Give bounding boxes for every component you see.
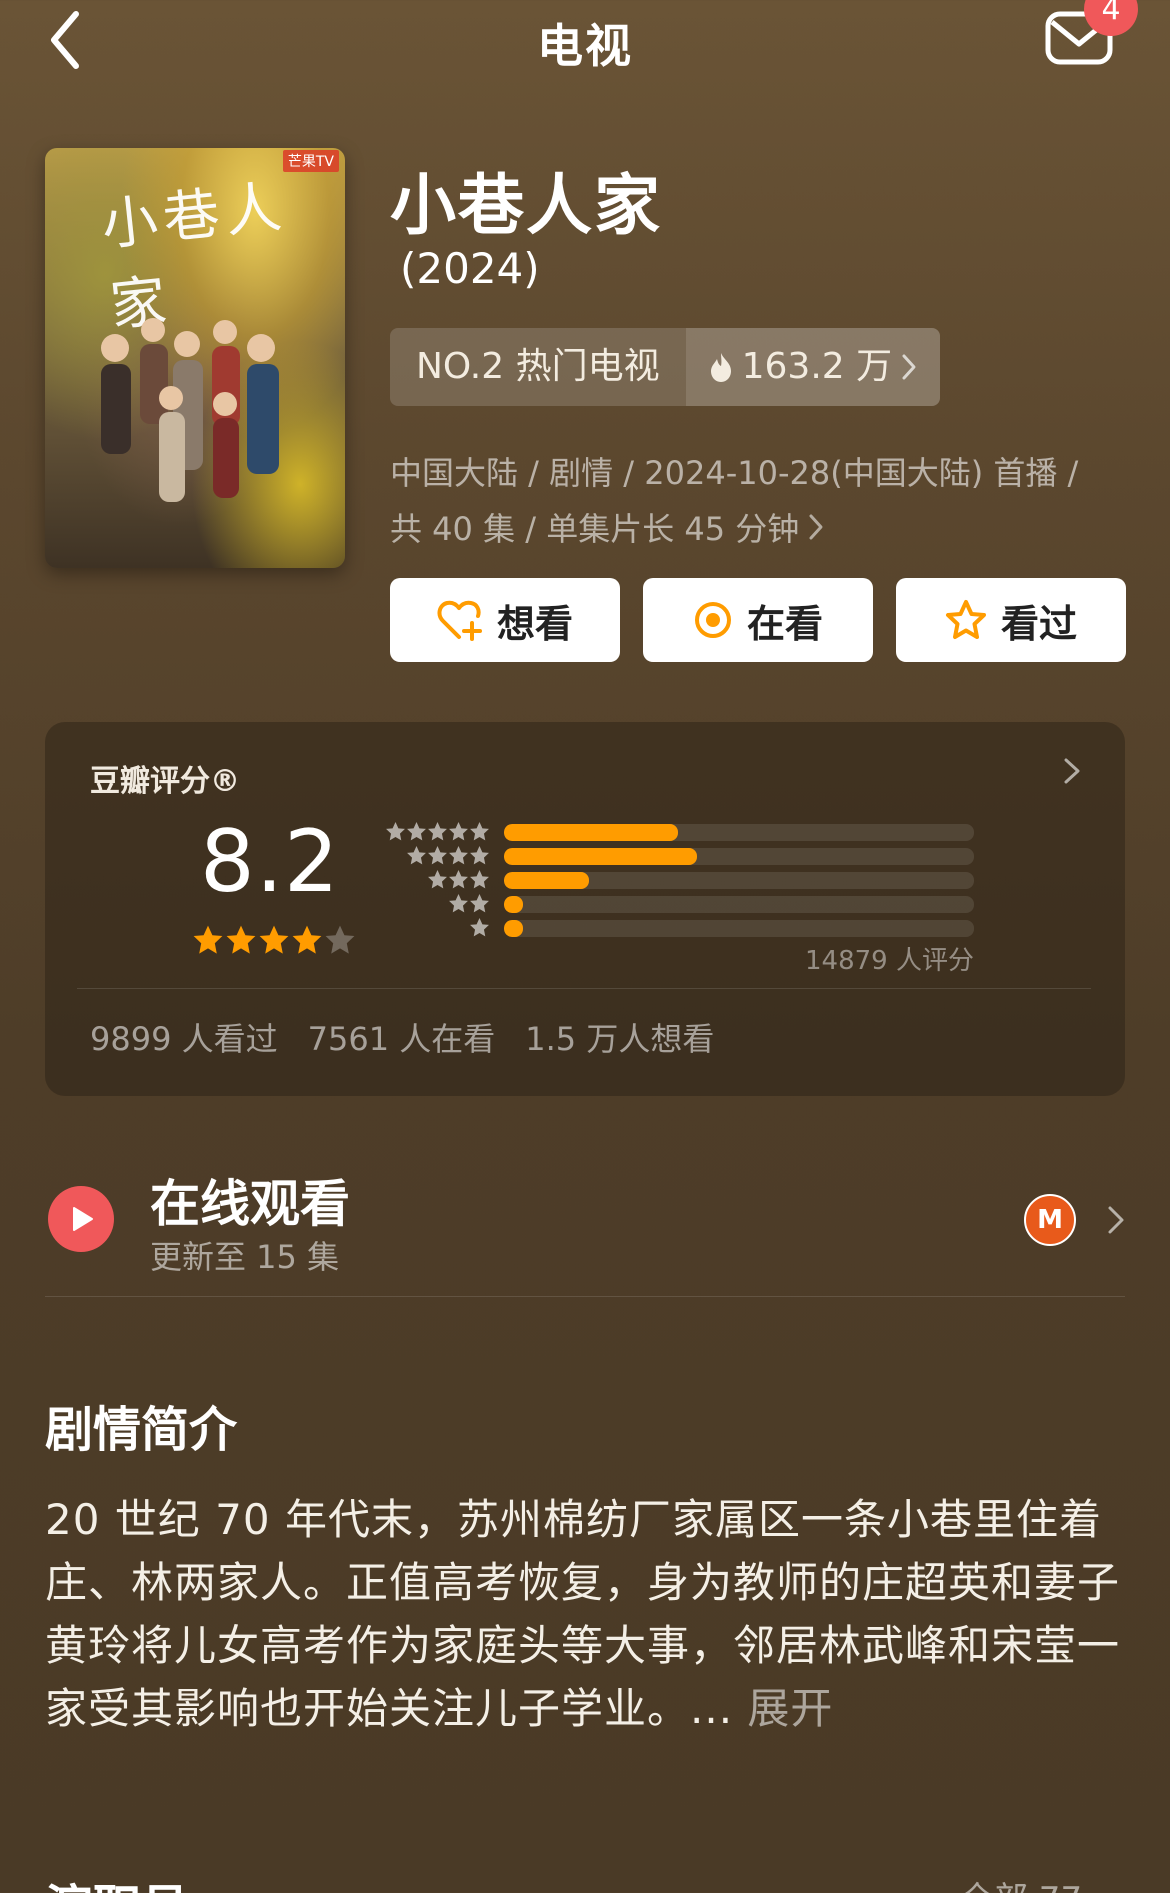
heat-count: 163.2 万 xyxy=(741,346,893,387)
star-small-icon xyxy=(470,846,489,865)
star-empty-icon xyxy=(325,925,355,954)
target-icon xyxy=(694,602,731,638)
star-small-icon xyxy=(470,822,489,841)
star-small-icon xyxy=(449,870,468,889)
chevron-right-icon[interactable] xyxy=(1104,1202,1128,1238)
cast-title: 演职员 xyxy=(45,1868,189,1893)
want-to-watch-label: 想看 xyxy=(496,601,573,646)
expand-link[interactable]: 展开 xyxy=(747,1684,833,1733)
rating-stats: 9899 人看过 7561 人在看 1.5 万人想看 xyxy=(90,1014,714,1060)
star-small-icon xyxy=(386,822,405,841)
flame-icon xyxy=(710,353,731,382)
rating-stars xyxy=(192,924,356,960)
star-small-icon xyxy=(428,870,447,889)
poster-people-illustration xyxy=(101,318,279,502)
star-small-icon xyxy=(470,918,489,937)
meta-line-2[interactable]: 共 40 集 / 单集片长 45 分钟 xyxy=(390,504,825,550)
distribution-bar-track xyxy=(504,872,974,889)
want-count[interactable]: 1.5 万人想看 xyxy=(525,1014,714,1060)
show-title: 小巷人家 xyxy=(390,167,662,244)
star-small-icon xyxy=(449,894,468,913)
watched-button[interactable]: 看过 xyxy=(896,578,1126,662)
chevron-right-icon[interactable] xyxy=(1060,752,1084,790)
poster-image[interactable]: 芒果TV 小巷人家 xyxy=(45,148,345,568)
divider xyxy=(45,1296,1125,1297)
distribution-bar-fill xyxy=(504,872,589,889)
distribution-bar-fill xyxy=(504,920,523,937)
play-button[interactable] xyxy=(48,1186,114,1252)
distribution-row-stars xyxy=(384,845,490,866)
star-small-icon xyxy=(407,822,426,841)
distribution-bar-fill xyxy=(504,824,678,841)
want-to-watch-button[interactable]: 想看 xyxy=(390,578,620,662)
star-small-icon xyxy=(449,822,468,841)
chevron-right-icon xyxy=(809,514,823,540)
play-icon xyxy=(73,1207,93,1231)
online-watch-title[interactable]: 在线观看 xyxy=(150,1164,350,1236)
watched-count[interactable]: 9899 人看过 xyxy=(90,1014,278,1060)
star-small-icon xyxy=(470,870,489,889)
distribution-row-stars xyxy=(384,893,490,914)
watching-count[interactable]: 7561 人在看 xyxy=(308,1014,496,1060)
distribution-bar-track xyxy=(504,896,974,913)
distribution-row-stars xyxy=(384,869,490,890)
star-small-icon xyxy=(449,846,468,865)
rating-score: 8.2 xyxy=(200,812,340,912)
star-filled-icon xyxy=(259,925,289,954)
watching-label: 在看 xyxy=(746,601,823,646)
synopsis-body: 20 世纪 70 年代末，苏州棉纺厂家属区一条小巷里住着庄、林两家人。正值高考恢… xyxy=(45,1495,1121,1733)
chevron-right-icon xyxy=(902,354,916,380)
watching-button[interactable]: 在看 xyxy=(643,578,873,662)
cast-all-link[interactable]: 全部 77 xyxy=(960,1872,1082,1893)
page-title: 电视 xyxy=(537,19,633,73)
star-filled-icon xyxy=(193,925,223,954)
star-small-icon xyxy=(428,822,447,841)
synopsis-title: 剧情简介 xyxy=(45,1402,238,1458)
watched-label: 看过 xyxy=(1000,601,1077,646)
star-filled-icon xyxy=(226,925,256,954)
star-outline-icon xyxy=(945,600,986,639)
star-small-icon xyxy=(428,846,447,865)
rank-pill[interactable]: NO.2 热门电视 163.2 万 xyxy=(390,328,941,406)
star-small-icon xyxy=(407,846,426,865)
rank-label: NO.2 热门电视 xyxy=(390,328,686,406)
distribution-bar-fill xyxy=(504,896,523,913)
mgtv-icon[interactable]: M xyxy=(1024,1194,1076,1246)
synopsis-text: 20 世纪 70 年代末，苏州棉纺厂家属区一条小巷里住着庄、林两家人。正值高考恢… xyxy=(45,1488,1125,1740)
online-watch-subtitle: 更新至 15 集 xyxy=(150,1238,340,1276)
meta-line-2-text: 共 40 集 / 单集片长 45 分钟 xyxy=(390,510,800,548)
star-small-icon xyxy=(470,894,489,913)
show-year: (2024) xyxy=(400,244,540,293)
heat-value: 163.2 万 xyxy=(685,328,941,406)
meta-line-1: 中国大陆 / 剧情 / 2024-10-28(中国大陆) 首播 / xyxy=(390,454,1079,492)
distribution-bar-track xyxy=(504,824,974,841)
divider xyxy=(77,988,1091,989)
star-filled-icon xyxy=(292,925,322,954)
distribution-bar-fill xyxy=(504,848,697,865)
distribution-bar-track xyxy=(504,848,974,865)
rating-count: 14879 人评分 xyxy=(805,946,974,976)
distribution-row-stars xyxy=(384,917,490,938)
distribution-bar-track xyxy=(504,920,974,937)
heart-plus-icon xyxy=(437,600,482,641)
distribution-row-stars xyxy=(384,821,490,842)
rating-source-label: 豆瓣评分® xyxy=(90,764,240,799)
